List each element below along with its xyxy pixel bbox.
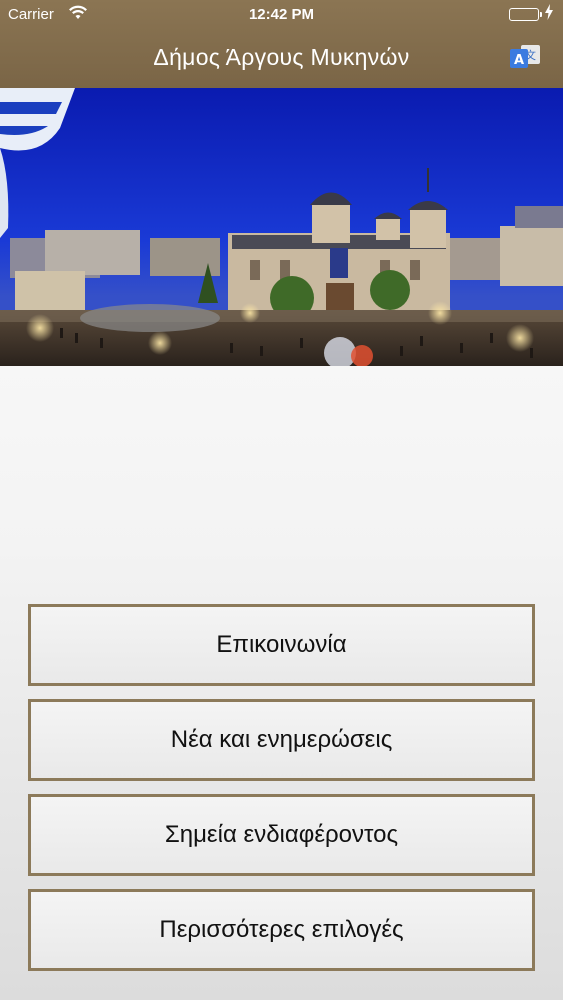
page-title: Δήμος Άργους Μυκηνών bbox=[153, 44, 410, 70]
contact-button[interactable]: Επικοινωνία bbox=[28, 604, 535, 686]
hero-photo bbox=[0, 88, 563, 366]
points-of-interest-button[interactable]: Σημεία ενδιαφέροντος bbox=[28, 794, 535, 876]
more-options-button-label: Περισσότερες επιλογές bbox=[159, 916, 404, 943]
svg-text:A: A bbox=[514, 53, 524, 68]
news-button[interactable]: Νέα και ενημερώσεις bbox=[28, 699, 535, 781]
clock: 12:42 PM bbox=[248, 6, 315, 23]
translate-icon[interactable]: 文 A bbox=[509, 42, 541, 72]
battery-icon bbox=[509, 8, 542, 21]
town-square-illustration bbox=[0, 88, 563, 366]
more-options-button[interactable]: Περισσότερες επιλογές bbox=[28, 889, 535, 971]
status-bar: Carrier 12:42 PM bbox=[0, 0, 563, 30]
news-button-label: Νέα και ενημερώσεις bbox=[170, 726, 393, 753]
contact-button-label: Επικοινωνία bbox=[216, 631, 347, 658]
top-bar: Carrier 12:42 PM Δήμος Άργους Μυκηνών 文 … bbox=[0, 0, 563, 88]
charging-icon bbox=[545, 4, 553, 24]
points-of-interest-button-label: Σημεία ενδιαφέροντος bbox=[164, 821, 399, 848]
